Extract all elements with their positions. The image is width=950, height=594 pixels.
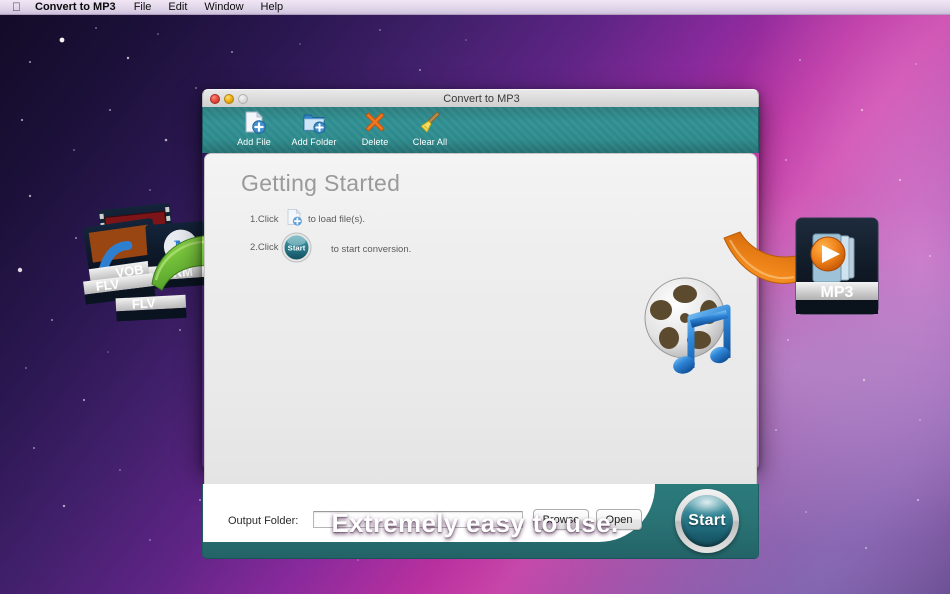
svg-text:MP3: MP3: [821, 284, 854, 301]
toolbar: Add File Add Folder Delete Clear All: [202, 107, 759, 153]
toolbar-label-delete: Delete: [361, 137, 389, 147]
add-file-icon: [245, 111, 266, 134]
application-window: Convert to MP3 Add File Add Folder Delet…: [202, 89, 759, 559]
toolbar-button-add-file[interactable]: Add File: [223, 110, 285, 152]
svg-text:Start: Start: [288, 243, 306, 252]
delete-x-icon: [365, 112, 385, 132]
toolbar-button-delete[interactable]: Delete: [344, 110, 406, 152]
toolbar-label-add-folder: Add Folder: [291, 137, 337, 147]
step-1-prefix: 1.Click: [250, 214, 279, 225]
svg-text:FLV: FLV: [95, 276, 121, 294]
step-1-suffix: to load file(s).: [308, 214, 366, 225]
menu-item-file[interactable]: File: [134, 1, 152, 13]
step-2-suffix: to start conversion.: [331, 244, 412, 255]
toolbar-button-clear-all[interactable]: Clear All: [399, 110, 461, 152]
add-folder-icon: [303, 114, 326, 134]
toolbar-button-add-folder[interactable]: Add Folder: [283, 110, 345, 152]
menu-item-edit[interactable]: Edit: [168, 1, 187, 13]
window-title-bar: Convert to MP3: [202, 89, 759, 107]
add-file-icon: [287, 208, 302, 226]
menu-item-window[interactable]: Window: [204, 1, 243, 13]
window-title: Convert to MP3: [443, 93, 520, 105]
menubar-app-title[interactable]: Convert to MP3: [35, 1, 116, 13]
menu-bar:  Convert to MP3 File Edit Window Help: [0, 0, 950, 15]
getting-started-heading: Getting Started: [241, 170, 401, 196]
menu-item-help[interactable]: Help: [261, 1, 284, 13]
content-panel: Getting Started 1.Click to load file(s).…: [204, 153, 757, 484]
svg-text:FLV: FLV: [131, 295, 156, 311]
mp3-file-icon: MP3: [795, 217, 879, 315]
step-2-prefix: 2.Click: [250, 242, 279, 253]
apple-icon[interactable]: : [12, 1, 21, 13]
start-button-icon: Start: [281, 232, 312, 263]
toolbar-label-add-file: Add File: [237, 137, 271, 147]
toolbar-label-clear-all: Clear All: [412, 137, 448, 147]
broom-icon: [420, 111, 440, 133]
caption-text: Extremely easy to use.: [331, 508, 619, 538]
